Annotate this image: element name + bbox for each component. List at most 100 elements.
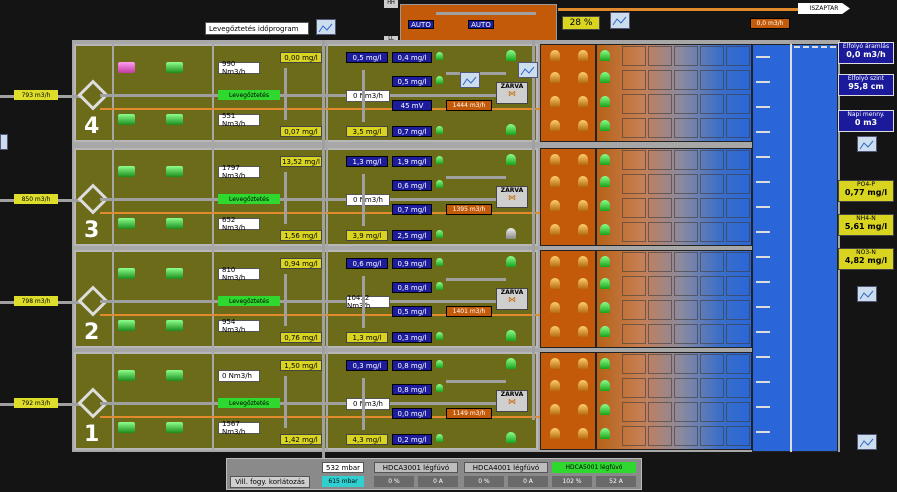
mixer-icon[interactable]	[118, 370, 135, 381]
do-sensor-3: 0,8 mg/l	[392, 384, 432, 395]
diffuser-icon[interactable]	[506, 432, 516, 443]
tank-cell	[622, 70, 646, 90]
diffuser-icon[interactable]	[506, 256, 516, 267]
tank-cell	[700, 378, 724, 398]
diffuser-icon[interactable]	[506, 228, 516, 239]
mixer-icon[interactable]	[166, 114, 183, 125]
diffuser-icon[interactable]	[506, 124, 516, 135]
air-flow-1: 1797 Nm3/h	[218, 164, 260, 180]
diffuser-icon[interactable]	[506, 50, 516, 61]
chart-icon[interactable]	[460, 72, 480, 88]
po4-box: PO4-P 0,77 mg/l	[838, 180, 894, 202]
mixer-icon[interactable]	[166, 370, 183, 381]
mixer-icon[interactable]	[118, 218, 135, 229]
valve[interactable]: ZÁRVA ⋈	[496, 186, 528, 208]
air-pipe	[362, 70, 365, 122]
valve[interactable]: ZÁRVA ⋈	[496, 390, 528, 412]
tank-cell	[648, 276, 672, 296]
status-led	[436, 282, 443, 290]
aeration-toggle[interactable]: Levegőztetés	[218, 398, 280, 408]
valve[interactable]: ZÁRVA ⋈	[496, 288, 528, 310]
valve-icon: ⋈	[508, 397, 516, 406]
auto-mode-1[interactable]: AUTO	[408, 20, 434, 29]
diffuser-icon[interactable]	[506, 358, 516, 369]
o2-bottom: 1,42 mg/l	[280, 434, 322, 445]
diffuser-icon[interactable]	[506, 154, 516, 165]
do-sensor-1: 1,3 mg/l	[346, 156, 388, 167]
diffuser-icon	[578, 154, 588, 165]
overflow-weir	[756, 231, 770, 233]
effluent-flow-label: Elfolyó áramlás	[842, 43, 890, 50]
mixer-icon[interactable]	[166, 268, 183, 279]
effluent-flow-box: Elfolyó áramlás 0,0 m3/h	[838, 42, 894, 64]
tank-cell	[674, 70, 698, 90]
mixer-icon[interactable]	[118, 62, 135, 73]
do-sensor-4: 0,5 mg/l	[392, 306, 432, 317]
mixer-icon[interactable]	[166, 422, 183, 433]
chart-icon[interactable]	[857, 136, 877, 152]
tank-cell	[700, 94, 724, 114]
total-air-flow: 0 Nm3/h	[346, 194, 390, 206]
o2-top: 0,94 mg/l	[280, 258, 322, 269]
diffuser-icon[interactable]	[506, 330, 516, 341]
tank-cell	[674, 118, 698, 138]
diffuser-icon	[600, 428, 610, 439]
auto-mode-2[interactable]: AUTO	[468, 20, 494, 29]
tank-cell	[700, 426, 724, 446]
diffuser-icon	[600, 120, 610, 131]
tank-cell	[648, 378, 672, 398]
chart-icon[interactable]	[316, 19, 336, 35]
blower-3001[interactable]: HDCA3001 légfúvó	[374, 462, 458, 473]
air-inflow: 798 m3/h	[14, 296, 58, 306]
chart-icon[interactable]	[857, 286, 877, 302]
effluent-level-box: Elfolyó szint 95,8 cm	[838, 74, 894, 96]
mixer-icon[interactable]	[166, 218, 183, 229]
do-sensor-6: 0,2 mg/l	[392, 434, 432, 445]
mixer-icon[interactable]	[166, 320, 183, 331]
chart-icon[interactable]	[518, 62, 538, 78]
power-limit-label[interactable]: Vill. fogy. korlátozás	[230, 476, 310, 488]
chart-icon[interactable]	[610, 12, 630, 29]
blower-5001[interactable]: HDCA5001 légfúvó	[552, 462, 636, 473]
mixer-icon[interactable]	[118, 422, 135, 433]
status-led	[436, 156, 443, 164]
status-led	[436, 332, 443, 340]
valve[interactable]: ZÁRVA ⋈	[496, 82, 528, 104]
diffuser-icon	[550, 200, 560, 211]
diffuser-icon	[578, 72, 588, 83]
aeration-toggle[interactable]: Levegőztetés	[218, 296, 280, 306]
daily-volume-box: Napi menny. 0 m3	[838, 110, 894, 132]
tank-cell	[674, 222, 698, 242]
mixer-icon[interactable]	[118, 268, 135, 279]
mixer-icon[interactable]	[118, 166, 135, 177]
diffuser-icon	[578, 120, 588, 131]
chart-icon[interactable]	[857, 434, 877, 450]
divider	[212, 250, 214, 348]
valve-icon: ⋈	[508, 193, 516, 202]
chart-icon[interactable]	[0, 134, 8, 150]
diffuser-icon	[550, 224, 560, 235]
aeration-toggle[interactable]: Levegőztetés	[218, 90, 280, 100]
tank-cell	[700, 70, 724, 90]
mixer-icon[interactable]	[166, 62, 183, 73]
o2-top: 1,50 mg/l	[280, 360, 322, 371]
do-sensor-5: 1,3 mg/l	[346, 332, 388, 343]
tank-cell	[674, 300, 698, 320]
mixer-icon[interactable]	[118, 320, 135, 331]
air-flow-2: 1567 Nm3/h	[218, 420, 260, 436]
divider	[212, 352, 214, 450]
tank-cell	[622, 150, 646, 170]
mixer-icon[interactable]	[118, 114, 135, 125]
tank-cell	[726, 198, 750, 218]
divider	[112, 44, 114, 142]
mixer-icon[interactable]	[166, 166, 183, 177]
tank-cell	[674, 46, 698, 66]
air-pipe	[362, 276, 365, 328]
overflow-weir	[756, 181, 770, 183]
do-sensor-6: 0,7 mg/l	[392, 126, 432, 137]
air-pipe	[284, 172, 287, 224]
aeration-toggle[interactable]: Levegőztetés	[218, 194, 280, 204]
tank-cell	[674, 324, 698, 344]
daily-volume-label: Napi menny.	[847, 111, 885, 118]
blower-4001[interactable]: HDCA4001 légfúvó	[464, 462, 548, 473]
